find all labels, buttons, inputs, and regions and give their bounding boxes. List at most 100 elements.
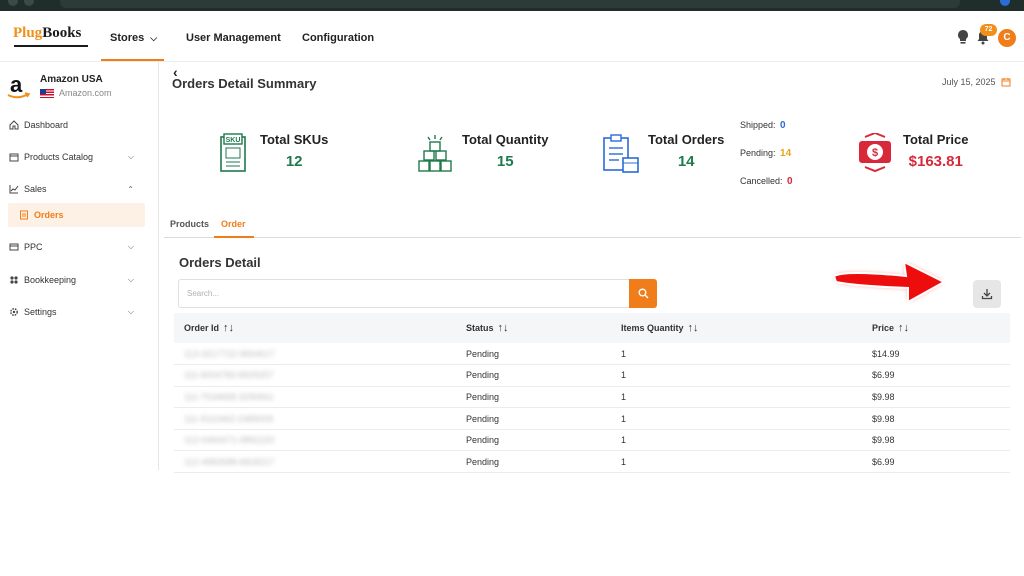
orders-icon <box>18 209 30 221</box>
stat-value: $163.81 <box>908 153 963 170</box>
chevron-down-icon: ⌵ <box>127 242 134 251</box>
sku-icon-label: SKU <box>226 137 241 144</box>
table-row[interactable]: 111-9110462-2489009 Pending 1 $9.98 <box>174 407 1010 430</box>
page-title: Orders Detail Summary <box>172 76 317 91</box>
column-header-price[interactable]: Price ↑↓ <box>862 313 1010 343</box>
sidebar-item-label: PPC <box>24 242 43 252</box>
orders-detail-title: Orders Detail <box>179 255 261 270</box>
chevron-down-icon: ⌵ <box>127 307 134 316</box>
column-header-items-quantity[interactable]: Items Quantity ↑↓ <box>611 313 862 343</box>
sort-icon[interactable]: ↑↓ <box>498 322 509 334</box>
search-button[interactable] <box>629 279 657 308</box>
table-row[interactable]: 111-7534658-3290661 Pending 1 $9.98 <box>174 386 1010 409</box>
amazon-logo-icon: a <box>7 72 31 99</box>
status-cell: Pending <box>456 386 611 409</box>
order-id-cell[interactable]: 112-4982688-6818217 <box>174 450 456 474</box>
red-arrow-annotation-icon <box>832 260 947 304</box>
sidebar-item-label: Bookkeeping <box>24 275 77 285</box>
price-cell: $6.99 <box>862 364 1010 387</box>
sku-document-icon: SKU <box>220 133 246 172</box>
nav-configuration[interactable]: Configuration <box>302 32 374 44</box>
nav-user-management[interactable]: User Management <box>186 32 281 44</box>
status-cell: Pending <box>456 450 611 474</box>
table-row[interactable]: 111-6004783-8929257 Pending 1 $6.99 <box>174 364 1010 387</box>
column-header-label: Status <box>466 323 494 333</box>
table-row[interactable]: 112-4982688-6818217 Pending 1 $6.99 <box>174 450 1010 474</box>
table-header-row: Order Id ↑↓ Status ↑↓ Items Quantity ↑↓ Pri… <box>174 313 1010 343</box>
order-id-cell[interactable]: 111-6004783-8929257 <box>174 364 456 387</box>
sidebar-item-settings[interactable]: Settings ⌵ <box>8 303 148 321</box>
sidebar-item-label: Products Catalog <box>24 152 94 162</box>
sidebar-item-orders[interactable]: Orders <box>8 203 145 227</box>
stat-label: Total Orders <box>648 132 725 147</box>
browser-back-icon[interactable] <box>8 0 18 6</box>
order-id-cell[interactable]: 113-3217722-9654617 <box>174 343 456 366</box>
price-cell: $9.98 <box>862 429 1010 452</box>
plugbooks-logo[interactable]: PlugBooks <box>13 25 81 42</box>
sidebar-item-label: Orders <box>34 210 64 220</box>
sidebar-item-bookkeeping[interactable]: Bookkeeping ⌵ <box>8 271 148 289</box>
orders-table: Order Id ↑↓ Status ↑↓ Items Quantity ↑↓ Pri… <box>174 313 1010 474</box>
tab-products[interactable]: Products <box>170 219 209 229</box>
table-row[interactable]: 112-0460471-0892220 Pending 1 $9.98 <box>174 429 1010 452</box>
status-cell: Pending <box>456 429 611 452</box>
search-icon <box>638 288 648 299</box>
stat-label: Total SKUs <box>260 132 329 147</box>
sidebar: a Amazon USA Amazon.com Dashboard Produc… <box>0 62 159 470</box>
column-header-status[interactable]: Status ↑↓ <box>456 313 611 343</box>
stat-value: 15 <box>496 153 514 170</box>
price-cell: $9.98 <box>862 386 1010 409</box>
stat-label: Total Price <box>903 132 969 147</box>
logo-plug-text: Plug <box>13 25 43 41</box>
us-flag-icon <box>40 88 54 98</box>
logo-books-text: Books <box>42 25 82 41</box>
sidebar-item-sales[interactable]: Sales ⌃ <box>8 180 148 198</box>
column-header-order-id[interactable]: Order Id ↑↓ <box>174 313 456 343</box>
table-row[interactable]: 113-3217722-9654617 Pending 1 $14.99 <box>174 343 1010 366</box>
column-header-label: Items Quantity <box>621 323 684 333</box>
sort-icon[interactable]: ↑↓ <box>688 322 699 334</box>
sidebar-item-products-catalog[interactable]: Products Catalog ⌵ <box>8 148 148 166</box>
address-bar[interactable] <box>60 0 960 8</box>
browser-profile-icon[interactable] <box>1000 0 1010 6</box>
chart-icon <box>8 183 20 195</box>
quantity-cell: 1 <box>611 429 862 452</box>
search-input[interactable] <box>178 279 630 308</box>
stat-label: Total Quantity <box>462 132 549 147</box>
order-id-cell[interactable]: 112-0460471-0892220 <box>174 429 456 452</box>
order-id-cell[interactable]: 111-9110462-2489009 <box>174 407 456 430</box>
status-label: Pending: <box>740 148 776 158</box>
quantity-cell: 1 <box>611 364 862 387</box>
store-domain: Amazon.com <box>40 88 112 98</box>
column-header-label: Price <box>872 323 895 333</box>
date-picker[interactable]: July 15, 2025 <box>942 77 1011 87</box>
calendar-icon <box>1001 78 1011 87</box>
download-button[interactable] <box>973 280 1001 308</box>
notification-badge: 72 <box>980 24 997 36</box>
browser-chrome <box>0 0 1024 11</box>
sidebar-item-ppc[interactable]: PPC ⌵ <box>8 238 148 256</box>
tab-order[interactable]: Order <box>221 219 246 229</box>
status-cancelled: Cancelled: 0 <box>740 176 793 204</box>
nav-stores[interactable]: Stores ⌵ <box>110 32 157 44</box>
sidebar-item-label: Sales <box>24 184 47 194</box>
boxes-stack-icon <box>418 135 452 172</box>
sort-icon[interactable]: ↑↓ <box>898 322 909 334</box>
user-avatar[interactable]: C <box>998 29 1016 47</box>
download-icon <box>981 289 993 300</box>
status-shipped: Shipped: 0 <box>740 120 793 148</box>
browser-forward-icon[interactable] <box>24 0 34 6</box>
lightbulb-icon[interactable] <box>956 29 970 45</box>
sidebar-item-label: Settings <box>24 307 57 317</box>
nav-stores-active-indicator <box>101 59 164 61</box>
status-count: 0 <box>780 120 786 131</box>
sort-icon[interactable]: ↑↓ <box>223 322 234 334</box>
clipboard-orders-icon <box>603 134 639 173</box>
svg-text:a: a <box>10 72 23 97</box>
column-header-label: Order Id <box>184 323 220 333</box>
status-cell: Pending <box>456 343 611 366</box>
store-name[interactable]: Amazon USA <box>40 74 103 85</box>
sidebar-item-dashboard[interactable]: Dashboard <box>8 116 148 134</box>
date-text: July 15, 2025 <box>942 77 996 87</box>
order-id-cell[interactable]: 111-7534658-3290661 <box>174 386 456 409</box>
